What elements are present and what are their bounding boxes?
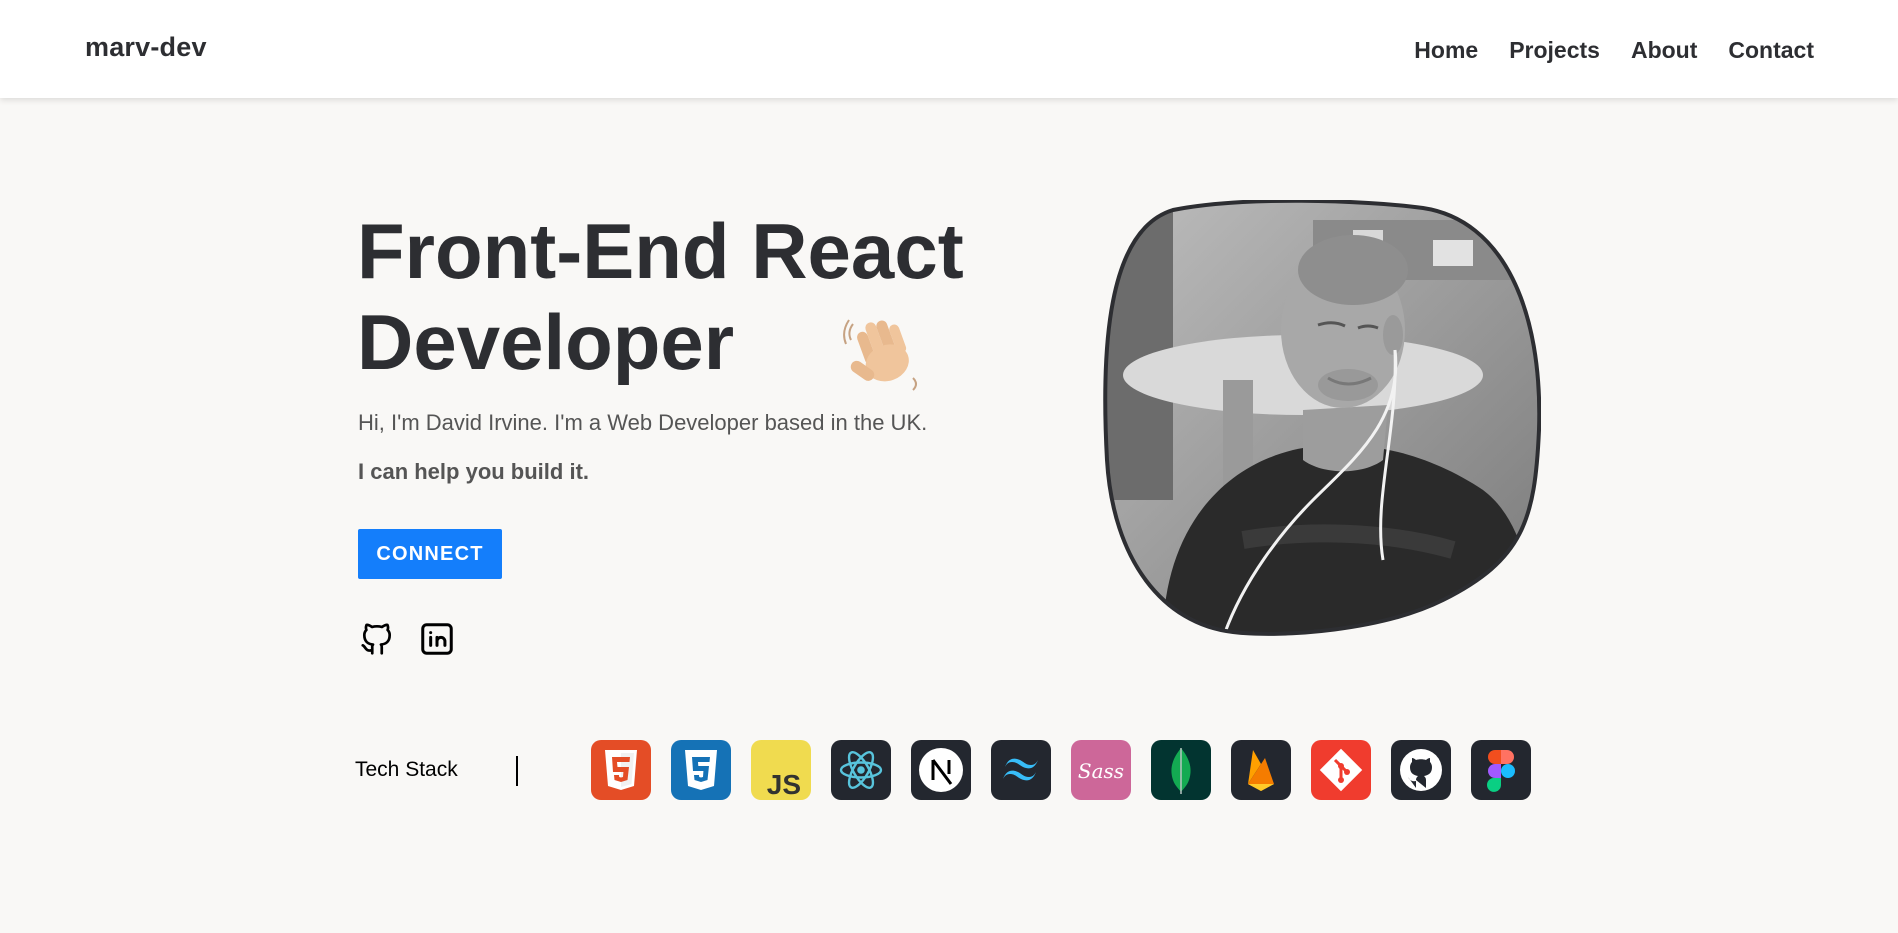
html5-icon bbox=[591, 740, 651, 800]
hero-title: Front-End React Developer bbox=[357, 206, 1057, 388]
linkedin-link[interactable] bbox=[418, 620, 456, 658]
tech-stack-icons: JS Sass bbox=[591, 740, 1531, 800]
github-icon bbox=[361, 623, 392, 655]
site-header: marv-dev Home Projects About Contact bbox=[0, 0, 1898, 98]
waving-hand-icon bbox=[843, 319, 917, 391]
hero-title-line2: Developer bbox=[357, 298, 735, 386]
tech-stack-label: Tech Stack bbox=[355, 758, 458, 781]
react-icon bbox=[831, 740, 891, 800]
js-text: JS bbox=[767, 769, 801, 800]
hero-title-line1: Front-End React bbox=[357, 207, 964, 295]
pitch-text: I can help you build it. bbox=[358, 459, 590, 484]
connect-button[interactable]: CONNECT bbox=[358, 529, 502, 579]
github-icon bbox=[1391, 740, 1451, 800]
github-link[interactable] bbox=[358, 620, 396, 658]
nav-home-link[interactable]: Home bbox=[1414, 37, 1478, 64]
social-links bbox=[358, 620, 456, 658]
nav-contact-link[interactable]: Contact bbox=[1728, 37, 1814, 64]
css3-icon bbox=[671, 740, 731, 800]
nav-about-link[interactable]: About bbox=[1631, 37, 1697, 64]
mongodb-icon bbox=[1151, 740, 1211, 800]
intro-text: Hi, I'm David Irvine. I'm a Web Develope… bbox=[358, 410, 928, 435]
git-icon bbox=[1311, 740, 1371, 800]
linkedin-icon bbox=[421, 623, 453, 655]
site-logo[interactable]: marv-dev bbox=[85, 32, 207, 63]
nextjs-icon bbox=[911, 740, 971, 800]
firebase-icon bbox=[1231, 740, 1291, 800]
javascript-icon: JS bbox=[751, 740, 811, 800]
sass-text: Sass bbox=[1078, 759, 1124, 783]
sass-icon: Sass bbox=[1071, 740, 1131, 800]
figma-icon bbox=[1471, 740, 1531, 800]
tailwind-icon bbox=[991, 740, 1051, 800]
main-nav: Home Projects About Contact bbox=[1414, 37, 1814, 64]
profile-photo bbox=[1103, 200, 1541, 636]
tech-stack-divider bbox=[516, 756, 518, 786]
nav-projects-link[interactable]: Projects bbox=[1509, 37, 1600, 64]
